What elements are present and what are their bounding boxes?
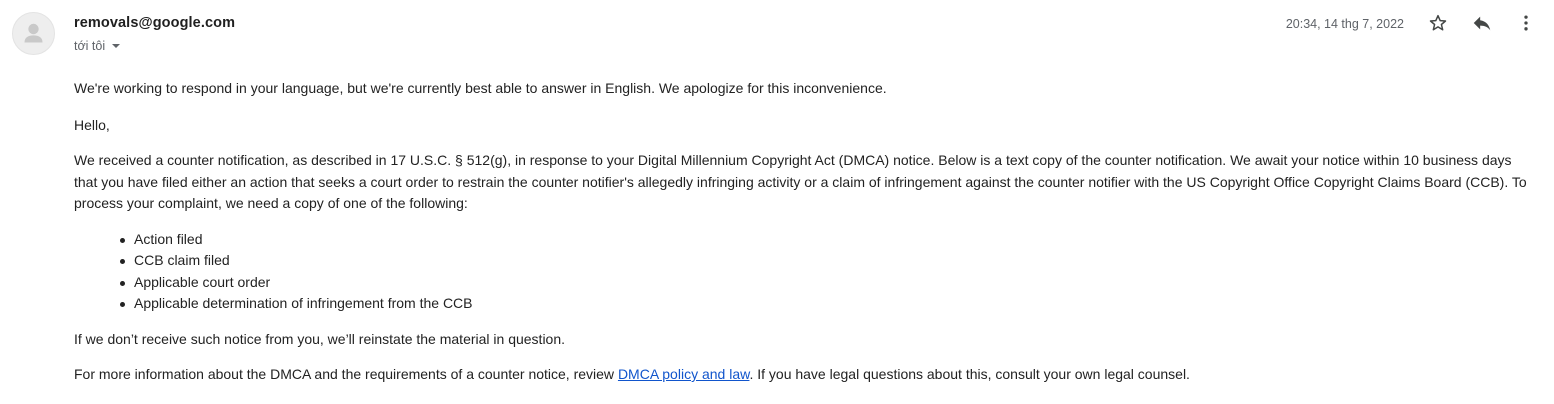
more-info-suffix: . If you have legal questions about this… [749,366,1190,382]
dmca-policy-link[interactable]: DMCA policy and law [618,366,750,382]
counter-notification-paragraph: We received a counter notification, as d… [74,152,1527,211]
reply-button[interactable] [1471,12,1493,34]
chevron-down-icon [112,43,121,48]
reply-icon [1473,16,1491,31]
greeting: Hello, [74,116,110,133]
more-options-button[interactable] [1515,12,1537,34]
recipient-label: tới tôi [74,38,106,53]
list-item: Action filed [120,229,1536,251]
person-icon [24,23,43,43]
more-info-paragraph: For more information about the DMCA and … [74,364,1536,386]
star-icon [1429,14,1447,31]
required-documents-list: Action filed CCB claim filed Applicable … [74,229,1536,315]
star-button[interactable] [1427,12,1449,34]
avatar[interactable] [12,12,55,55]
more-vert-icon [1524,15,1528,31]
message-timestamp: 20:34, 14 thg 7, 2022 [1285,17,1404,31]
list-item: CCB claim filed [120,250,1536,272]
recipient-details-toggle[interactable]: tới tôi [74,37,121,54]
more-info-prefix: For more information about the DMCA and … [74,366,618,382]
language-notice: We're working to respond in your languag… [74,80,887,96]
list-item: Applicable court order [120,272,1536,294]
reinstate-paragraph: If we don’t receive such notice from you… [74,330,566,347]
message-body: We're working to respond in your languag… [74,78,1536,386]
sender-email: removals@google.com [74,15,236,31]
list-item: Applicable determination of infringement… [120,293,1536,315]
